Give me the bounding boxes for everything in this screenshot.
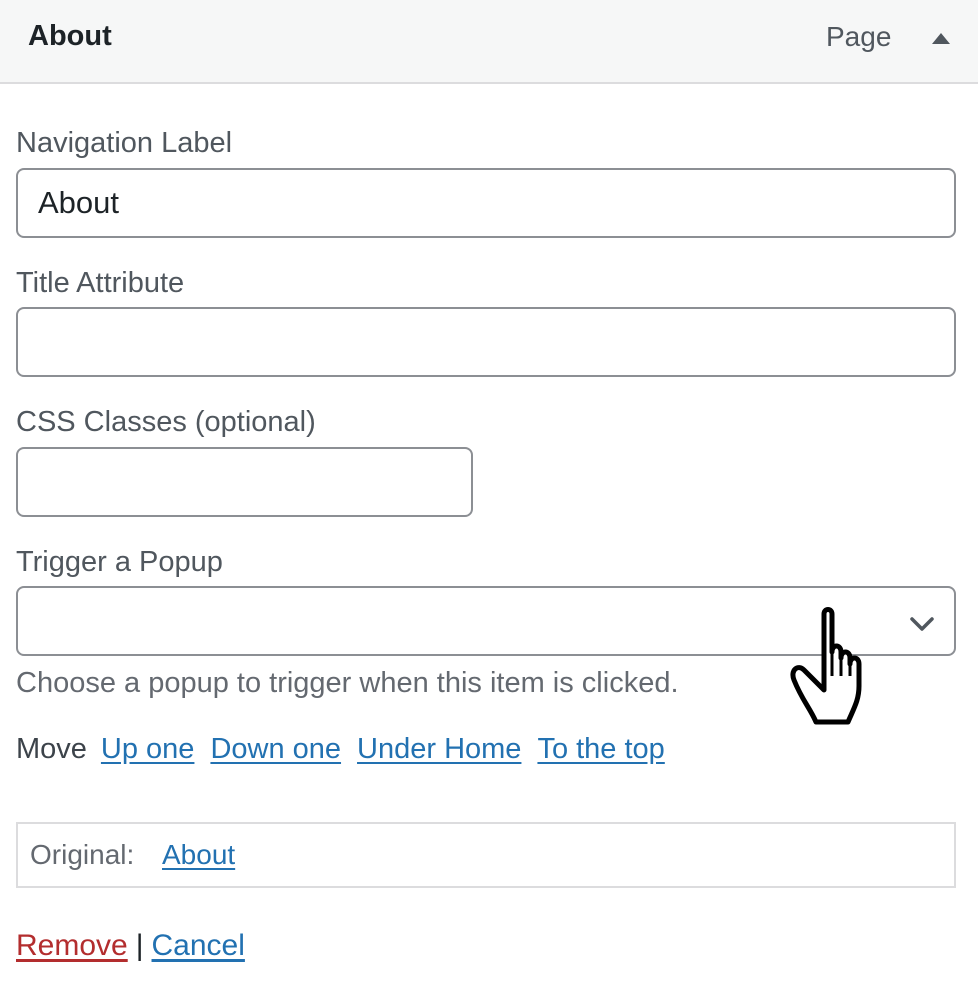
triangle-up-icon[interactable]: [924, 22, 958, 56]
css-classes-input[interactable]: [16, 447, 473, 517]
move-up-one-link[interactable]: Up one: [101, 733, 195, 765]
title-attribute-input[interactable]: [16, 307, 956, 377]
remove-link[interactable]: Remove: [16, 929, 128, 962]
menu-item-header[interactable]: About Page: [0, 0, 978, 84]
trigger-popup-label: Trigger a Popup: [16, 546, 223, 578]
move-down-one-link[interactable]: Down one: [210, 733, 341, 765]
menu-item-title: About: [28, 20, 112, 52]
navigation-label-label: Navigation Label: [16, 127, 233, 159]
move-under-home-link[interactable]: Under Home: [357, 733, 521, 765]
chevron-down-icon: [908, 610, 936, 638]
original-page-link[interactable]: About: [162, 839, 235, 871]
original-link-box: Original: About: [16, 822, 956, 888]
menu-item-type: Page: [826, 21, 892, 52]
move-controls: Move Up one Down one Under Home To the top: [16, 733, 681, 766]
title-attribute-label: Title Attribute: [16, 267, 185, 299]
trigger-popup-help: Choose a popup to trigger when this item…: [16, 667, 679, 699]
move-label: Move: [16, 733, 87, 765]
trigger-popup-select[interactable]: [16, 586, 956, 656]
item-actions: Remove | Cancel: [16, 929, 245, 963]
actions-separator: |: [135, 929, 144, 962]
original-label: Original:: [30, 839, 135, 870]
cancel-link[interactable]: Cancel: [152, 929, 245, 962]
css-classes-label: CSS Classes (optional): [16, 406, 316, 438]
navigation-label-input[interactable]: [16, 168, 956, 238]
move-to-top-link[interactable]: To the top: [537, 733, 664, 765]
